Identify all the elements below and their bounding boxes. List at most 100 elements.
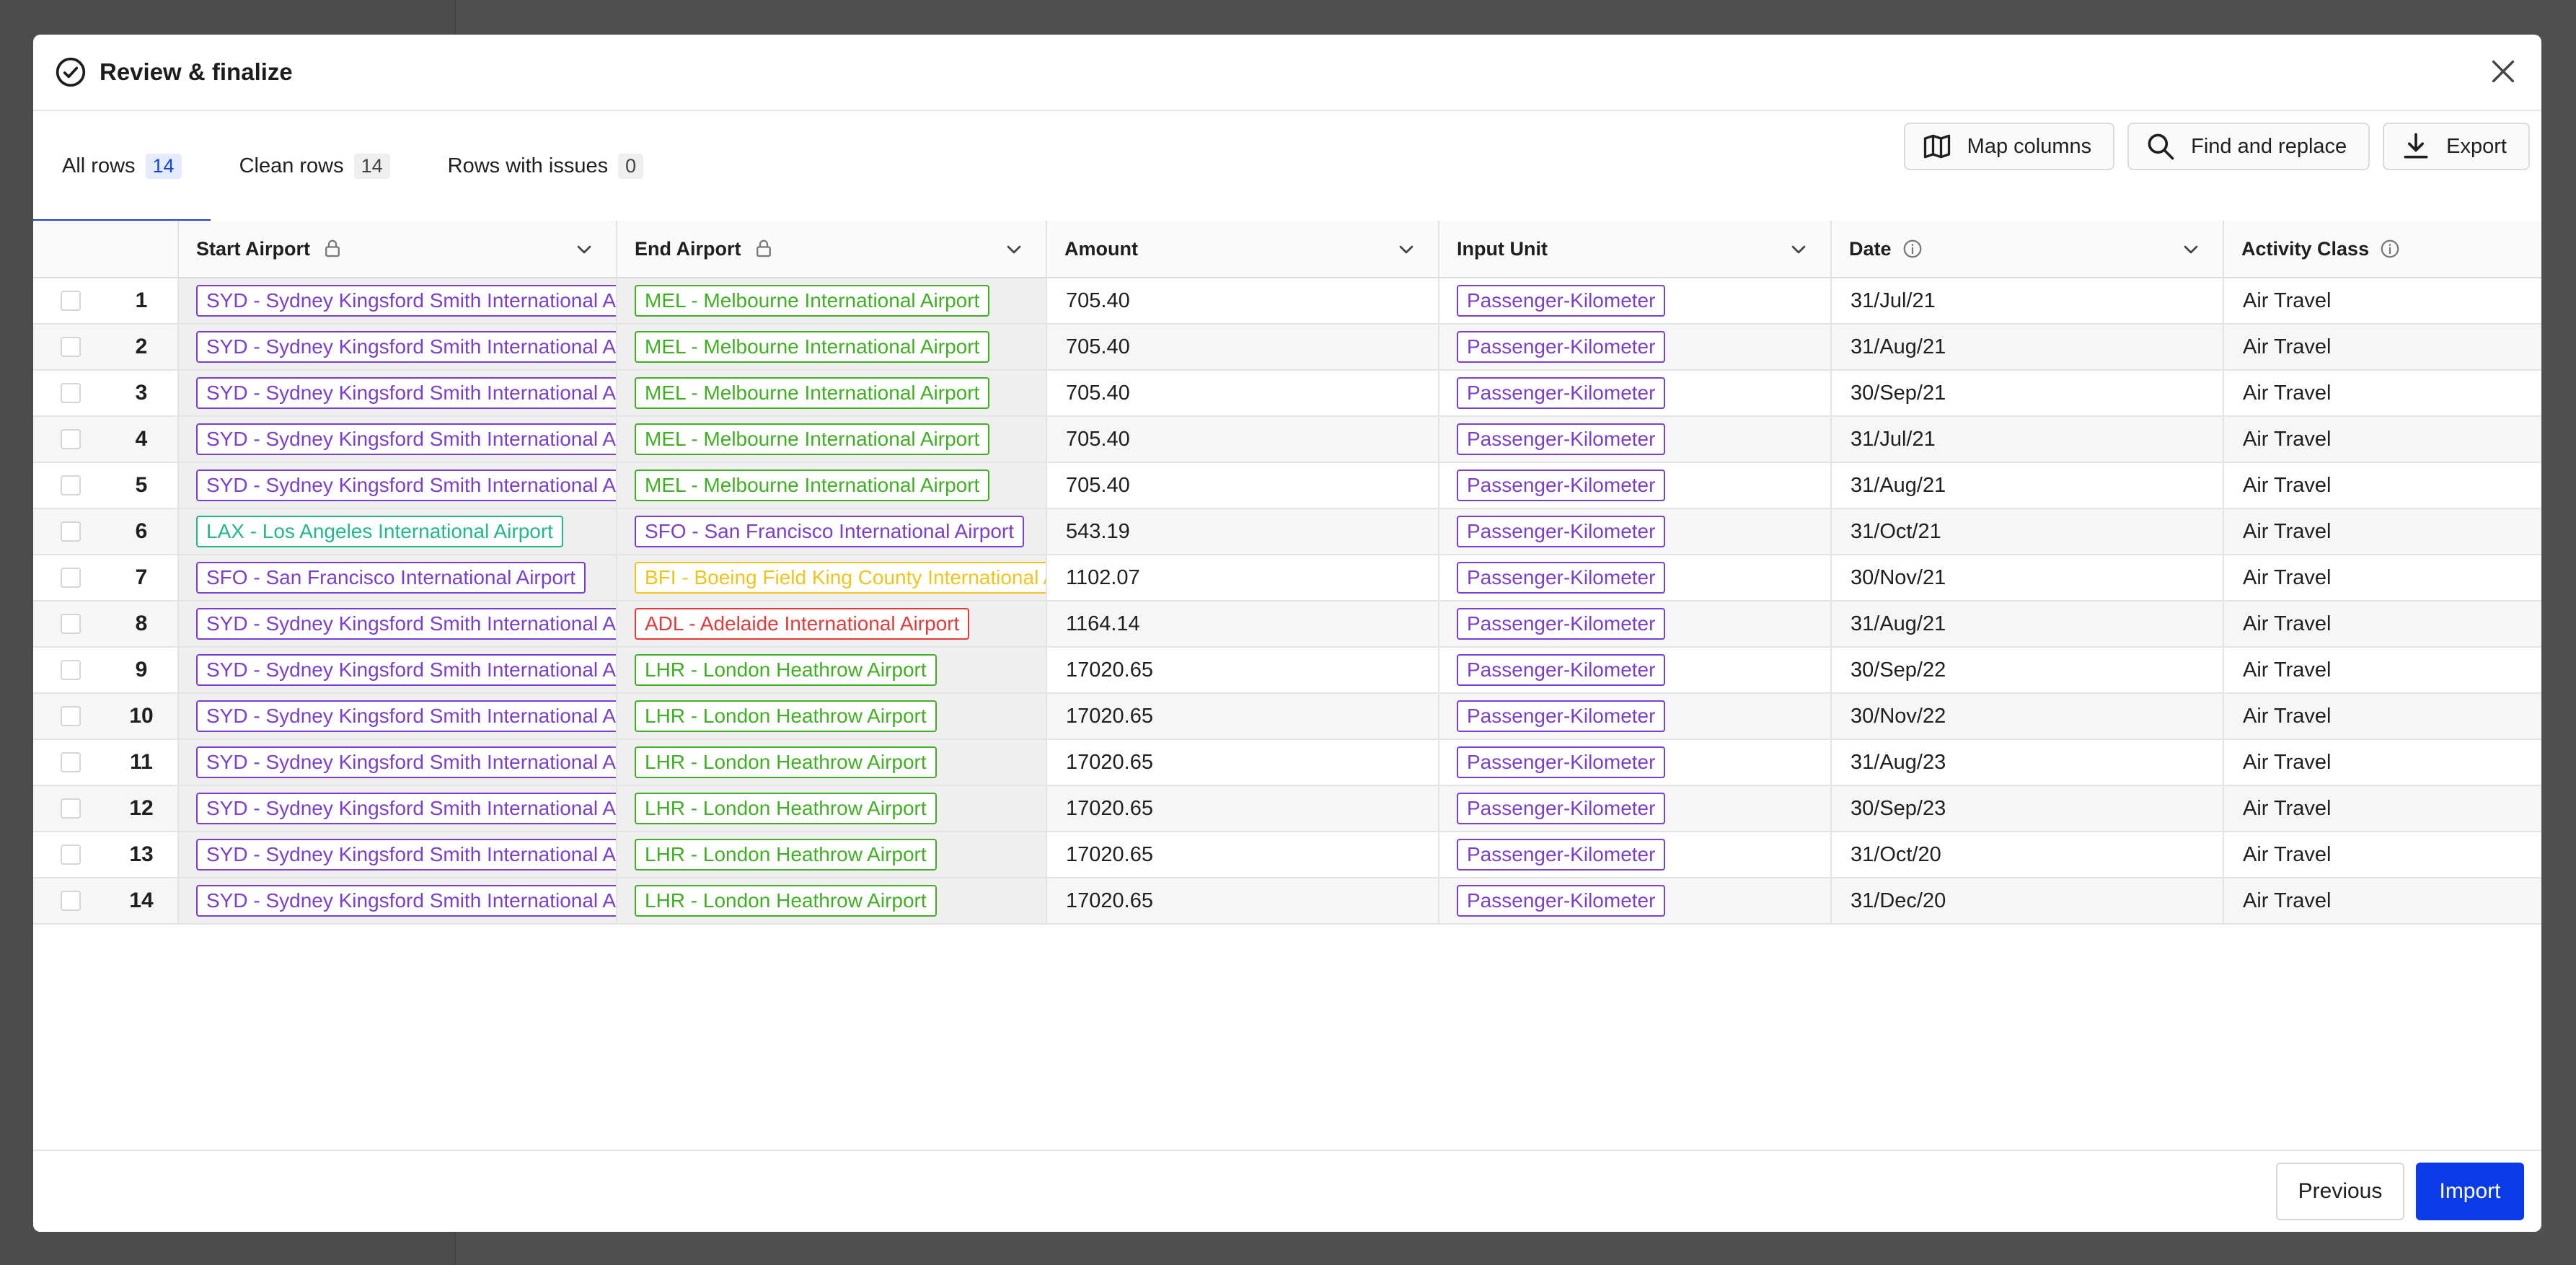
- end-airport-cell[interactable]: MEL - Melbourne International Airport: [617, 371, 1047, 415]
- input-unit-cell[interactable]: Passenger-Kilometer: [1439, 371, 1832, 415]
- amount-cell[interactable]: 705.40: [1047, 325, 1439, 369]
- date-cell[interactable]: 30/Nov/21: [1832, 555, 2224, 600]
- info-icon[interactable]: [2379, 238, 2401, 260]
- row-checkbox[interactable]: [61, 614, 81, 634]
- input-unit-cell[interactable]: Passenger-Kilometer: [1439, 832, 1832, 877]
- header-end-airport[interactable]: End Airport: [617, 221, 1047, 277]
- tab-clean-rows[interactable]: Clean rows 14: [211, 111, 419, 221]
- find-replace-button[interactable]: Find and replace: [2127, 123, 2370, 170]
- amount-cell[interactable]: 705.40: [1047, 371, 1439, 415]
- activity-class-cell[interactable]: Air Travel: [2224, 878, 2541, 923]
- row-checkbox[interactable]: [61, 475, 81, 495]
- input-unit-cell[interactable]: Passenger-Kilometer: [1439, 694, 1832, 739]
- end-airport-cell[interactable]: MEL - Melbourne International Airport: [617, 463, 1047, 508]
- header-date[interactable]: Date: [1832, 221, 2224, 277]
- export-button[interactable]: Export: [2383, 123, 2530, 170]
- end-airport-cell[interactable]: LHR - London Heathrow Airport: [617, 648, 1047, 692]
- input-unit-cell[interactable]: Passenger-Kilometer: [1439, 417, 1832, 462]
- activity-class-cell[interactable]: Air Travel: [2224, 740, 2541, 785]
- start-airport-cell[interactable]: SYD - Sydney Kingsford Smith Internation…: [179, 786, 617, 831]
- tab-rows-with-issues[interactable]: Rows with issues 0: [419, 111, 672, 221]
- chevron-down-icon[interactable]: [1395, 238, 1418, 261]
- row-checkbox[interactable]: [61, 568, 81, 588]
- amount-cell[interactable]: 705.40: [1047, 417, 1439, 462]
- header-input-unit[interactable]: Input Unit: [1439, 221, 1832, 277]
- activity-class-cell[interactable]: Air Travel: [2224, 278, 2541, 323]
- activity-class-cell[interactable]: Air Travel: [2224, 463, 2541, 508]
- activity-class-cell[interactable]: Air Travel: [2224, 371, 2541, 415]
- start-airport-cell[interactable]: SYD - Sydney Kingsford Smith Internation…: [179, 325, 617, 369]
- row-checkbox[interactable]: [61, 845, 81, 865]
- start-airport-cell[interactable]: LAX - Los Angeles International Airport: [179, 509, 617, 554]
- input-unit-cell[interactable]: Passenger-Kilometer: [1439, 555, 1832, 600]
- amount-cell[interactable]: 17020.65: [1047, 832, 1439, 877]
- table-row[interactable]: 11 SYD - Sydney Kingsford Smith Internati…: [33, 740, 2541, 786]
- start-airport-cell[interactable]: SYD - Sydney Kingsford Smith Internation…: [179, 878, 617, 923]
- row-checkbox[interactable]: [61, 383, 81, 403]
- activity-class-cell[interactable]: Air Travel: [2224, 832, 2541, 877]
- date-cell[interactable]: 31/Oct/21: [1832, 509, 2224, 554]
- end-airport-cell[interactable]: BFI - Boeing Field King County Internati…: [617, 555, 1047, 600]
- amount-cell[interactable]: 705.40: [1047, 463, 1439, 508]
- end-airport-cell[interactable]: MEL - Melbourne International Airport: [617, 278, 1047, 323]
- amount-cell[interactable]: 1164.14: [1047, 601, 1439, 646]
- end-airport-cell[interactable]: SFO - San Francisco International Airpor…: [617, 509, 1047, 554]
- import-button[interactable]: Import: [2416, 1163, 2524, 1220]
- input-unit-cell[interactable]: Passenger-Kilometer: [1439, 509, 1832, 554]
- date-cell[interactable]: 31/Aug/21: [1832, 463, 2224, 508]
- table-row[interactable]: 9 SYD - Sydney Kingsford Smith Internatio…: [33, 648, 2541, 694]
- activity-class-cell[interactable]: Air Travel: [2224, 648, 2541, 692]
- date-cell[interactable]: 31/Jul/21: [1832, 417, 2224, 462]
- header-amount[interactable]: Amount: [1047, 221, 1439, 277]
- row-checkbox[interactable]: [61, 706, 81, 726]
- table-row[interactable]: 13 SYD - Sydney Kingsford Smith Internati…: [33, 832, 2541, 878]
- start-airport-cell[interactable]: SYD - Sydney Kingsford Smith Internation…: [179, 417, 617, 462]
- end-airport-cell[interactable]: MEL - Melbourne International Airport: [617, 417, 1047, 462]
- start-airport-cell[interactable]: SYD - Sydney Kingsford Smith Internation…: [179, 694, 617, 739]
- tab-all-rows[interactable]: All rows 14: [33, 111, 211, 222]
- activity-class-cell[interactable]: Air Travel: [2224, 417, 2541, 462]
- input-unit-cell[interactable]: Passenger-Kilometer: [1439, 325, 1832, 369]
- start-airport-cell[interactable]: SYD - Sydney Kingsford Smith Internation…: [179, 648, 617, 692]
- chevron-down-icon[interactable]: [1787, 238, 1810, 261]
- activity-class-cell[interactable]: Air Travel: [2224, 325, 2541, 369]
- amount-cell[interactable]: 17020.65: [1047, 648, 1439, 692]
- start-airport-cell[interactable]: SYD - Sydney Kingsford Smith Internation…: [179, 463, 617, 508]
- row-checkbox[interactable]: [61, 798, 81, 819]
- input-unit-cell[interactable]: Passenger-Kilometer: [1439, 786, 1832, 831]
- input-unit-cell[interactable]: Passenger-Kilometer: [1439, 463, 1832, 508]
- table-row[interactable]: 12 SYD - Sydney Kingsford Smith Internati…: [33, 786, 2541, 832]
- activity-class-cell[interactable]: Air Travel: [2224, 509, 2541, 554]
- end-airport-cell[interactable]: LHR - London Heathrow Airport: [617, 832, 1047, 877]
- end-airport-cell[interactable]: LHR - London Heathrow Airport: [617, 694, 1047, 739]
- end-airport-cell[interactable]: LHR - London Heathrow Airport: [617, 878, 1047, 923]
- row-checkbox[interactable]: [61, 660, 81, 680]
- row-checkbox[interactable]: [61, 291, 81, 311]
- date-cell[interactable]: 31/Jul/21: [1832, 278, 2224, 323]
- table-row[interactable]: 7 SFO - San Francisco International Airpo…: [33, 555, 2541, 601]
- start-airport-cell[interactable]: SYD - Sydney Kingsford Smith Internation…: [179, 371, 617, 415]
- row-checkbox[interactable]: [61, 891, 81, 911]
- input-unit-cell[interactable]: Passenger-Kilometer: [1439, 278, 1832, 323]
- chevron-down-icon[interactable]: [573, 238, 596, 261]
- amount-cell[interactable]: 705.40: [1047, 278, 1439, 323]
- table-row[interactable]: 6 LAX - Los Angeles International Airport…: [33, 509, 2541, 555]
- header-activity-class[interactable]: Activity Class: [2224, 221, 2541, 277]
- table-row[interactable]: 4 SYD - Sydney Kingsford Smith Internatio…: [33, 417, 2541, 463]
- amount-cell[interactable]: 17020.65: [1047, 878, 1439, 923]
- date-cell[interactable]: 31/Aug/21: [1832, 601, 2224, 646]
- table-row[interactable]: 8 SYD - Sydney Kingsford Smith Internatio…: [33, 601, 2541, 648]
- activity-class-cell[interactable]: Air Travel: [2224, 555, 2541, 600]
- end-airport-cell[interactable]: MEL - Melbourne International Airport: [617, 325, 1047, 369]
- end-airport-cell[interactable]: LHR - London Heathrow Airport: [617, 740, 1047, 785]
- date-cell[interactable]: 31/Aug/23: [1832, 740, 2224, 785]
- date-cell[interactable]: 31/Aug/21: [1832, 325, 2224, 369]
- chevron-down-icon[interactable]: [1002, 238, 1025, 261]
- amount-cell[interactable]: 17020.65: [1047, 786, 1439, 831]
- row-checkbox[interactable]: [61, 521, 81, 542]
- amount-cell[interactable]: 1102.07: [1047, 555, 1439, 600]
- input-unit-cell[interactable]: Passenger-Kilometer: [1439, 648, 1832, 692]
- date-cell[interactable]: 30/Sep/23: [1832, 786, 2224, 831]
- date-cell[interactable]: 30/Sep/21: [1832, 371, 2224, 415]
- amount-cell[interactable]: 543.19: [1047, 509, 1439, 554]
